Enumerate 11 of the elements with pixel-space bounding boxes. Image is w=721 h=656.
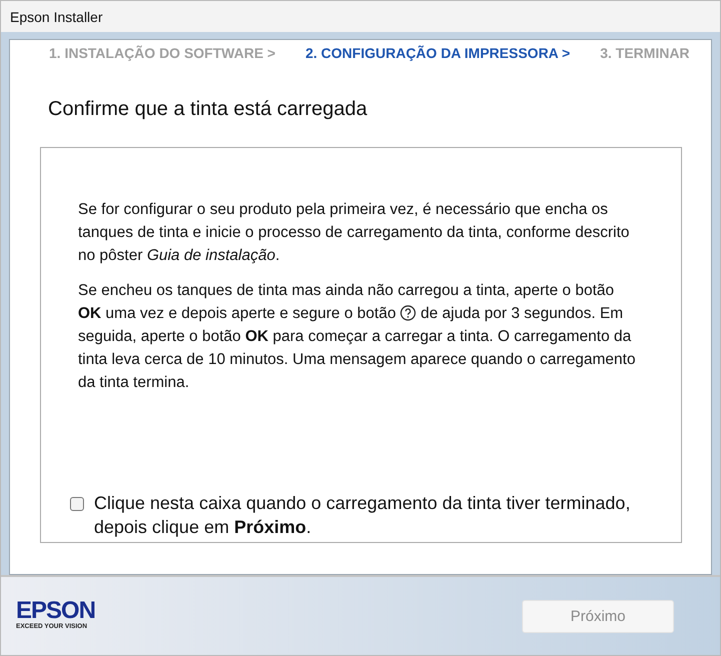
logo-wordmark: EPSON [16,598,96,622]
step-label: 2. CONFIGURAÇÃO DA IMPRESSORA > [305,45,570,61]
checkbox-label: Clique nesta caixa quando o carregamento da tinta tiver terminado, depois clique em Próximo. [94,492,632,539]
body-text: Se for configurar o seu produto pela primeira vez, é necessário que encha os tanques de tinta e inicie o processo de carregamento da tinta, conforme descrito no pôster Guia de instalação. [78,200,630,266]
page-heading: Confirme que a tinta está carregada [48,98,368,121]
window-title: Epson Installer [10,8,103,24]
step-label: 3. TERMINAR [600,45,690,61]
checkbox[interactable] [70,497,84,511]
help-icon [400,305,416,321]
body-text: Se encheu os tanques de tinta mas ainda não carregou a tinta, aperte o botão OK uma vez e depois aperte e segure o botão de ajuda por 3 segundos. Em seguida, aperte o botão OK para começar a carregar a tinta. O carregamento da tinta leva cerca de 10 minutos. Uma mensagem aparece quando o carregamento da tinta termina. [78,281,636,393]
step-label: 1. INSTALAÇÃO DO SOFTWARE > [49,45,276,61]
